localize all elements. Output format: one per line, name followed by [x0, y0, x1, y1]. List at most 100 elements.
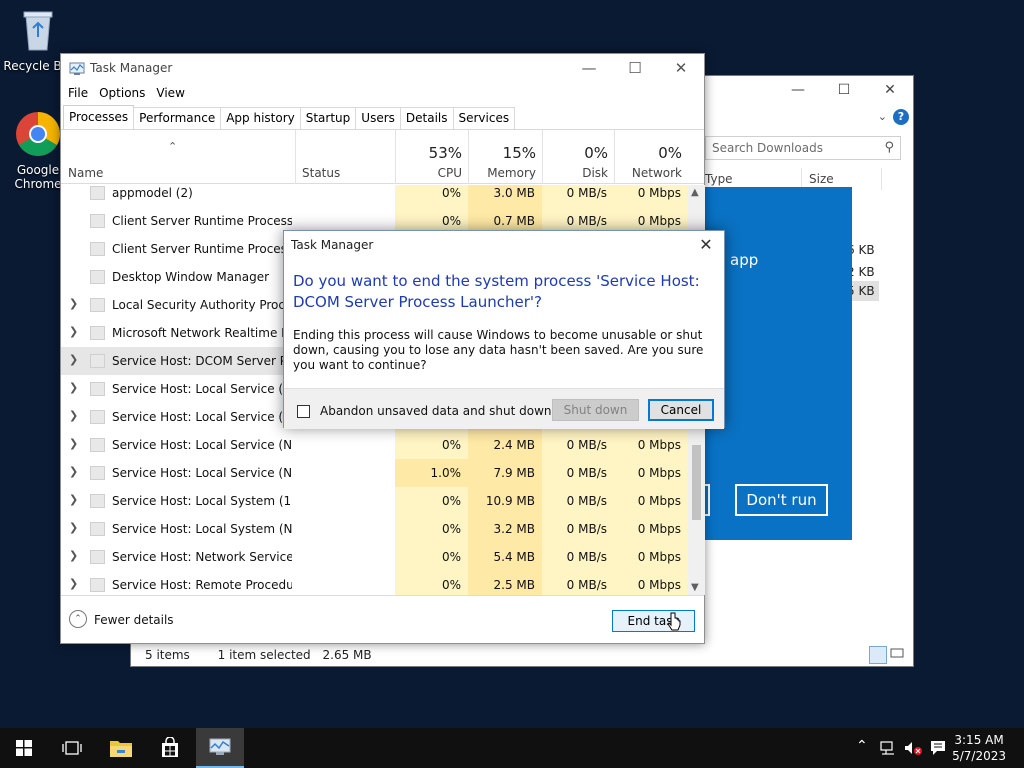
- abandon-data-label[interactable]: Abandon unsaved data and shut down.: [320, 404, 555, 418]
- action-center-icon[interactable]: [929, 739, 947, 757]
- column-header-type[interactable]: Type: [705, 172, 733, 186]
- maximize-button[interactable]: ☐: [821, 76, 867, 106]
- process-memory: 3.0 MB: [468, 185, 542, 207]
- tab-bar: Processes Performance App history Startu…: [63, 105, 516, 129]
- column-header-status: Status: [302, 166, 341, 180]
- process-cpu: 0%: [395, 571, 468, 595]
- tab-services[interactable]: Services: [452, 107, 516, 129]
- process-memory: 10.9 MB: [468, 487, 542, 515]
- close-button[interactable]: ✕: [867, 76, 913, 106]
- scroll-up-icon[interactable]: ▲: [691, 187, 699, 198]
- process-icon: [90, 242, 105, 256]
- tab-details[interactable]: Details: [399, 107, 454, 129]
- search-input[interactable]: Search Downloads ⚲: [705, 136, 901, 160]
- expand-chevron-icon[interactable]: ❯: [69, 549, 78, 562]
- tab-users[interactable]: Users: [355, 107, 401, 129]
- process-network: 0 Mbps: [614, 515, 688, 543]
- menu-view[interactable]: View: [155, 86, 190, 100]
- expand-chevron-icon[interactable]: ❯: [69, 325, 78, 338]
- help-icon[interactable]: ?: [893, 109, 909, 125]
- tab-performance[interactable]: Performance: [133, 107, 222, 129]
- end-task-button[interactable]: End task: [612, 610, 695, 632]
- column-header-memory[interactable]: 15% Memory: [468, 130, 542, 184]
- process-cpu: 0%: [395, 543, 468, 571]
- taskbar-file-explorer[interactable]: [97, 728, 145, 768]
- network-total: 0%: [658, 144, 682, 162]
- table-row[interactable]: ❯ Service Host: Remote Procedure... 0%2.5 …: [61, 571, 689, 595]
- task-manager-icon: [209, 738, 231, 755]
- process-icon: [90, 270, 105, 284]
- process-memory: 5.4 MB: [468, 543, 542, 571]
- start-button[interactable]: [0, 728, 48, 768]
- taskbar-store[interactable]: [146, 728, 194, 768]
- table-row[interactable]: ❯ Service Host: Local System (13) 0% 10.9 M…: [61, 487, 689, 515]
- process-icon: [90, 438, 105, 452]
- fewer-details-link[interactable]: Fewer details: [94, 613, 174, 627]
- close-icon[interactable]: ✕: [694, 233, 718, 257]
- menu-options[interactable]: Options: [98, 86, 151, 100]
- volume-muted-icon[interactable]: [903, 740, 923, 756]
- memory-total: 15%: [502, 144, 536, 162]
- column-header-status-cell[interactable]: Status: [295, 130, 395, 184]
- tab-startup[interactable]: Startup: [299, 107, 357, 129]
- expand-chevron-icon[interactable]: ❯: [69, 381, 78, 394]
- close-button[interactable]: ✕: [658, 54, 704, 84]
- minimize-button[interactable]: —: [775, 76, 821, 106]
- expand-chevron-icon[interactable]: ❯: [69, 493, 78, 506]
- status-selected: 1 item selected: [217, 648, 311, 662]
- table-row[interactable]: ❯ Service Host: Network Service (4) 0%5.4 …: [61, 543, 689, 571]
- cpu-total: 53%: [428, 144, 462, 162]
- process-name: Service Host: Network Service (4): [112, 550, 292, 564]
- title-bar[interactable]: Task Manager — ☐ ✕: [61, 54, 704, 84]
- table-row[interactable]: appmodel (2) 0% 3.0 MB 0 MB/s 0 Mbps: [61, 185, 689, 207]
- process-name: Client Server Runtime Process: [112, 214, 292, 228]
- status-size: 2.65 MB: [322, 648, 372, 662]
- menu-file[interactable]: File: [67, 86, 94, 100]
- scroll-thumb[interactable]: [692, 445, 701, 520]
- table-row[interactable]: ❯ Service Host: Local Service (No I... 0%2…: [61, 431, 689, 459]
- column-header-cpu[interactable]: 53% CPU: [395, 130, 468, 184]
- dont-run-button[interactable]: Don't run: [735, 484, 828, 516]
- column-header-name[interactable]: Name: [68, 166, 103, 180]
- network-icon[interactable]: [880, 740, 896, 756]
- end-process-dialog[interactable]: Task Manager ✕ Do you want to end the sy…: [283, 230, 725, 429]
- maximize-button[interactable]: ☐: [612, 54, 658, 84]
- chrome-icon: [16, 112, 60, 156]
- large-icons-view-icon[interactable]: [889, 646, 907, 664]
- column-header-disk[interactable]: 0% Disk: [542, 130, 614, 184]
- table-row[interactable]: ❯ Service Host: Local System (Net... 0%3.2…: [61, 515, 689, 543]
- process-network: 0 Mbps: [614, 543, 688, 571]
- process-cpu: 0%: [395, 487, 468, 515]
- column-header-network[interactable]: 0% Network: [614, 130, 688, 184]
- task-view-button[interactable]: [48, 728, 96, 768]
- tab-processes[interactable]: Processes: [63, 105, 135, 129]
- expand-chevron-icon[interactable]: ❯: [69, 353, 78, 366]
- expand-chevron-icon[interactable]: ❯: [69, 437, 78, 450]
- cancel-button[interactable]: Cancel: [648, 399, 714, 421]
- system-clock[interactable]: 3:15 AM 5/7/2023: [952, 732, 1006, 764]
- taskbar-task-manager[interactable]: [196, 728, 244, 768]
- process-icon: [90, 382, 105, 396]
- chevron-up-icon[interactable]: ⌃: [69, 610, 87, 628]
- expand-chevron-icon[interactable]: ❯: [69, 521, 78, 534]
- process-icon: [90, 578, 105, 592]
- minimize-button[interactable]: —: [566, 54, 612, 84]
- scroll-down-icon[interactable]: ▼: [691, 582, 699, 593]
- store-bag-icon: [162, 737, 178, 757]
- chevron-down-icon[interactable]: ⌄: [878, 110, 887, 123]
- column-header-size[interactable]: Size: [809, 172, 834, 186]
- window-controls: — ☐ ✕: [566, 54, 704, 84]
- expand-chevron-icon[interactable]: ❯: [69, 297, 78, 310]
- expand-chevron-icon[interactable]: ❯: [69, 409, 78, 422]
- process-name: Local Security Authority Process...: [112, 298, 292, 312]
- window-title: Task Manager: [90, 61, 173, 75]
- show-hidden-icons-chevron-icon[interactable]: ⌃: [856, 738, 868, 754]
- expand-chevron-icon[interactable]: ❯: [69, 465, 78, 478]
- tab-app-history[interactable]: App history: [220, 107, 301, 129]
- details-view-icon[interactable]: [869, 646, 887, 664]
- expand-chevron-icon[interactable]: ❯: [69, 577, 78, 590]
- process-cpu: 0%: [395, 431, 468, 459]
- recycle-bin-icon: [23, 11, 53, 51]
- table-row[interactable]: ❯ Service Host: Local Service (No ... 1.0%…: [61, 459, 689, 487]
- abandon-data-checkbox[interactable]: [297, 405, 310, 418]
